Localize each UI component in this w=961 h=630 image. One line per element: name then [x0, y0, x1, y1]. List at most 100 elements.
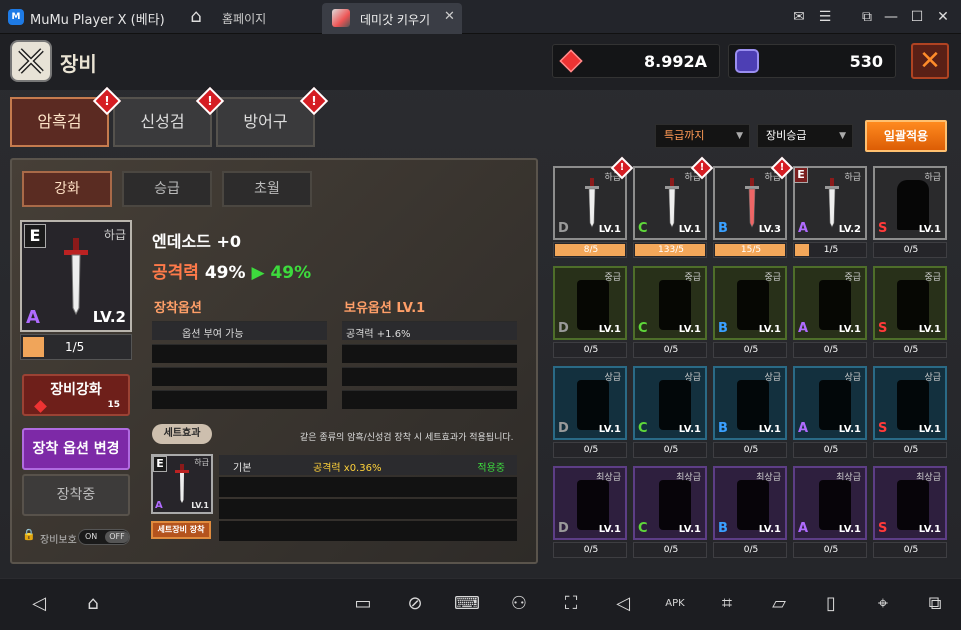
- selected-item-card[interactable]: E 하급 A LV.2: [20, 220, 132, 332]
- grade-filter-dropdown[interactable]: 특급까지 ▼: [655, 124, 750, 148]
- gamepad-record-icon[interactable]: ⊘: [402, 592, 428, 616]
- back-icon[interactable]: ◁: [26, 592, 52, 616]
- slot-count: 0/5: [743, 445, 759, 455]
- window-close-icon[interactable]: ✕: [932, 6, 954, 28]
- slot-rank: D: [558, 221, 569, 236]
- tab-game[interactable]: 데미갓 키우기 ✕: [322, 3, 462, 34]
- subtab-transcend[interactable]: 초월: [222, 171, 312, 207]
- equipped-button[interactable]: 장착중: [22, 474, 130, 516]
- locked-item-silhouette: [737, 480, 769, 530]
- equipment-slot[interactable]: 중급 S LV.1: [873, 266, 947, 340]
- alert-mark: !: [699, 162, 705, 173]
- slot-count: 15/5: [740, 245, 762, 255]
- item-progress-fill: [23, 337, 44, 357]
- equipment-slot[interactable]: 최상급 A LV.1: [793, 466, 867, 540]
- slot-level: LV.2: [838, 224, 861, 235]
- location-icon[interactable]: ⌖: [870, 592, 896, 616]
- screenshot-icon[interactable]: ⛶: [558, 592, 584, 616]
- orb-currency: 530: [728, 44, 896, 78]
- maximize-icon[interactable]: ☐: [906, 6, 928, 28]
- equipment-slot[interactable]: 상급 C LV.1: [633, 366, 707, 440]
- tab-dark-sword[interactable]: 암흑검: [10, 97, 109, 147]
- equipment-slot[interactable]: 상급 A LV.1: [793, 366, 867, 440]
- equipment-slot[interactable]: 중급 D LV.1: [553, 266, 627, 340]
- tab-home[interactable]: 홈페이지: [222, 10, 266, 27]
- slot-rank: A: [798, 421, 809, 436]
- subtab-promote[interactable]: 승급: [122, 171, 212, 207]
- slot-rank: S: [878, 321, 888, 336]
- sword-icon: [64, 238, 88, 316]
- equipment-slot[interactable]: 하급 B LV.3: [713, 166, 787, 240]
- mail-icon[interactable]: ✉: [788, 6, 810, 28]
- set-effect-button[interactable]: 세트효과: [152, 424, 212, 444]
- equip-option-text: 옵션 부여 가능: [182, 329, 244, 340]
- equipment-slot[interactable]: 상급 D LV.1: [553, 366, 627, 440]
- crop-icon[interactable]: ⌗: [714, 592, 740, 616]
- menu-icon[interactable]: ☰: [814, 6, 836, 28]
- change-equip-option-button[interactable]: 장착 옵션 변경: [22, 428, 130, 470]
- slot-level: LV.1: [598, 324, 621, 335]
- set-equip-button[interactable]: 세트장비 장착: [151, 521, 211, 539]
- protect-toggle[interactable]: ON OFF: [78, 529, 130, 545]
- own-option-row: [342, 367, 517, 386]
- close-button[interactable]: ✕: [911, 43, 949, 79]
- enhance-button[interactable]: 장비강화 15: [22, 374, 130, 416]
- tab-armor[interactable]: 방어구: [216, 97, 315, 147]
- home-tab-icon[interactable]: ⌂: [186, 7, 206, 27]
- equip-option-heading: 장착옵션: [154, 301, 202, 316]
- close-tab-icon[interactable]: ✕: [444, 9, 455, 24]
- tab-holy-sword[interactable]: 신성검: [113, 97, 212, 147]
- keyboard-icon[interactable]: ⌨: [454, 592, 480, 616]
- volume-icon[interactable]: ◁: [610, 592, 636, 616]
- home-icon[interactable]: ⌂: [80, 592, 106, 616]
- slot-level: LV.1: [758, 424, 781, 435]
- slot-rank: D: [558, 321, 569, 336]
- multi-window-icon[interactable]: ⧉: [922, 592, 948, 616]
- set-effect-value: 공격력 x0.36%: [313, 463, 382, 474]
- set-item-card[interactable]: E 하급 A LV.1: [151, 454, 213, 514]
- camera-icon[interactable]: ▭: [350, 592, 376, 616]
- equipped-badge: E: [794, 167, 808, 183]
- slot-count: 0/5: [583, 445, 599, 455]
- slot-progress-bar: 0/5: [873, 342, 947, 358]
- locked-item-silhouette: [737, 280, 769, 330]
- slot-count: 0/5: [903, 445, 919, 455]
- equipment-slot[interactable]: 최상급 C LV.1: [633, 466, 707, 540]
- slot-rank: B: [718, 421, 728, 436]
- equipment-slot[interactable]: 하급 S LV.1: [873, 166, 947, 240]
- sword-icon: [825, 178, 839, 228]
- set-level: LV.1: [191, 501, 209, 510]
- sword-icon: [665, 178, 679, 228]
- ruby-amount: 8.992A: [644, 52, 707, 71]
- mumu-logo-icon: M: [8, 9, 24, 25]
- equipment-slot[interactable]: 최상급 D LV.1: [553, 466, 627, 540]
- equip-option-row: [152, 367, 327, 386]
- equipment-slot[interactable]: 중급 A LV.1: [793, 266, 867, 340]
- slot-progress-bar: 0/5: [873, 242, 947, 258]
- equipment-slot[interactable]: 상급 B LV.1: [713, 366, 787, 440]
- slot-rank: S: [878, 521, 888, 536]
- equipment-slot[interactable]: 중급 C LV.1: [633, 266, 707, 340]
- equip-option-row: [152, 390, 327, 409]
- locked-item-silhouette: [819, 380, 851, 430]
- minimize-icon[interactable]: —: [880, 6, 902, 28]
- equipment-slot[interactable]: 최상급 S LV.1: [873, 466, 947, 540]
- target-filter-dropdown[interactable]: 장비승급 ▼: [757, 124, 853, 148]
- equipment-slot[interactable]: 하급 C LV.1: [633, 166, 707, 240]
- subtab-enhance[interactable]: 강화: [22, 171, 112, 207]
- equipment-slot[interactable]: 최상급 B LV.1: [713, 466, 787, 540]
- slot-level: LV.1: [918, 424, 941, 435]
- apk-icon[interactable]: APK: [662, 592, 688, 616]
- equipment-slot[interactable]: 하급 D LV.1: [553, 166, 627, 240]
- gamepad-icon[interactable]: ⚇: [506, 592, 532, 616]
- rotate-icon[interactable]: ▯: [818, 592, 844, 616]
- item-rarity: 하급: [103, 228, 126, 242]
- equipment-slot[interactable]: 중급 B LV.1: [713, 266, 787, 340]
- restore-mini-icon[interactable]: ⧉: [856, 6, 878, 28]
- slot-level: LV.1: [918, 524, 941, 535]
- folder-icon[interactable]: ▱: [766, 592, 792, 616]
- bulk-apply-button[interactable]: 일괄적용: [865, 120, 947, 152]
- slot-rank: A: [798, 221, 809, 236]
- equip-option-row[interactable]: 옵션 부여 가능: [152, 321, 327, 340]
- equipment-slot[interactable]: 상급 S LV.1: [873, 366, 947, 440]
